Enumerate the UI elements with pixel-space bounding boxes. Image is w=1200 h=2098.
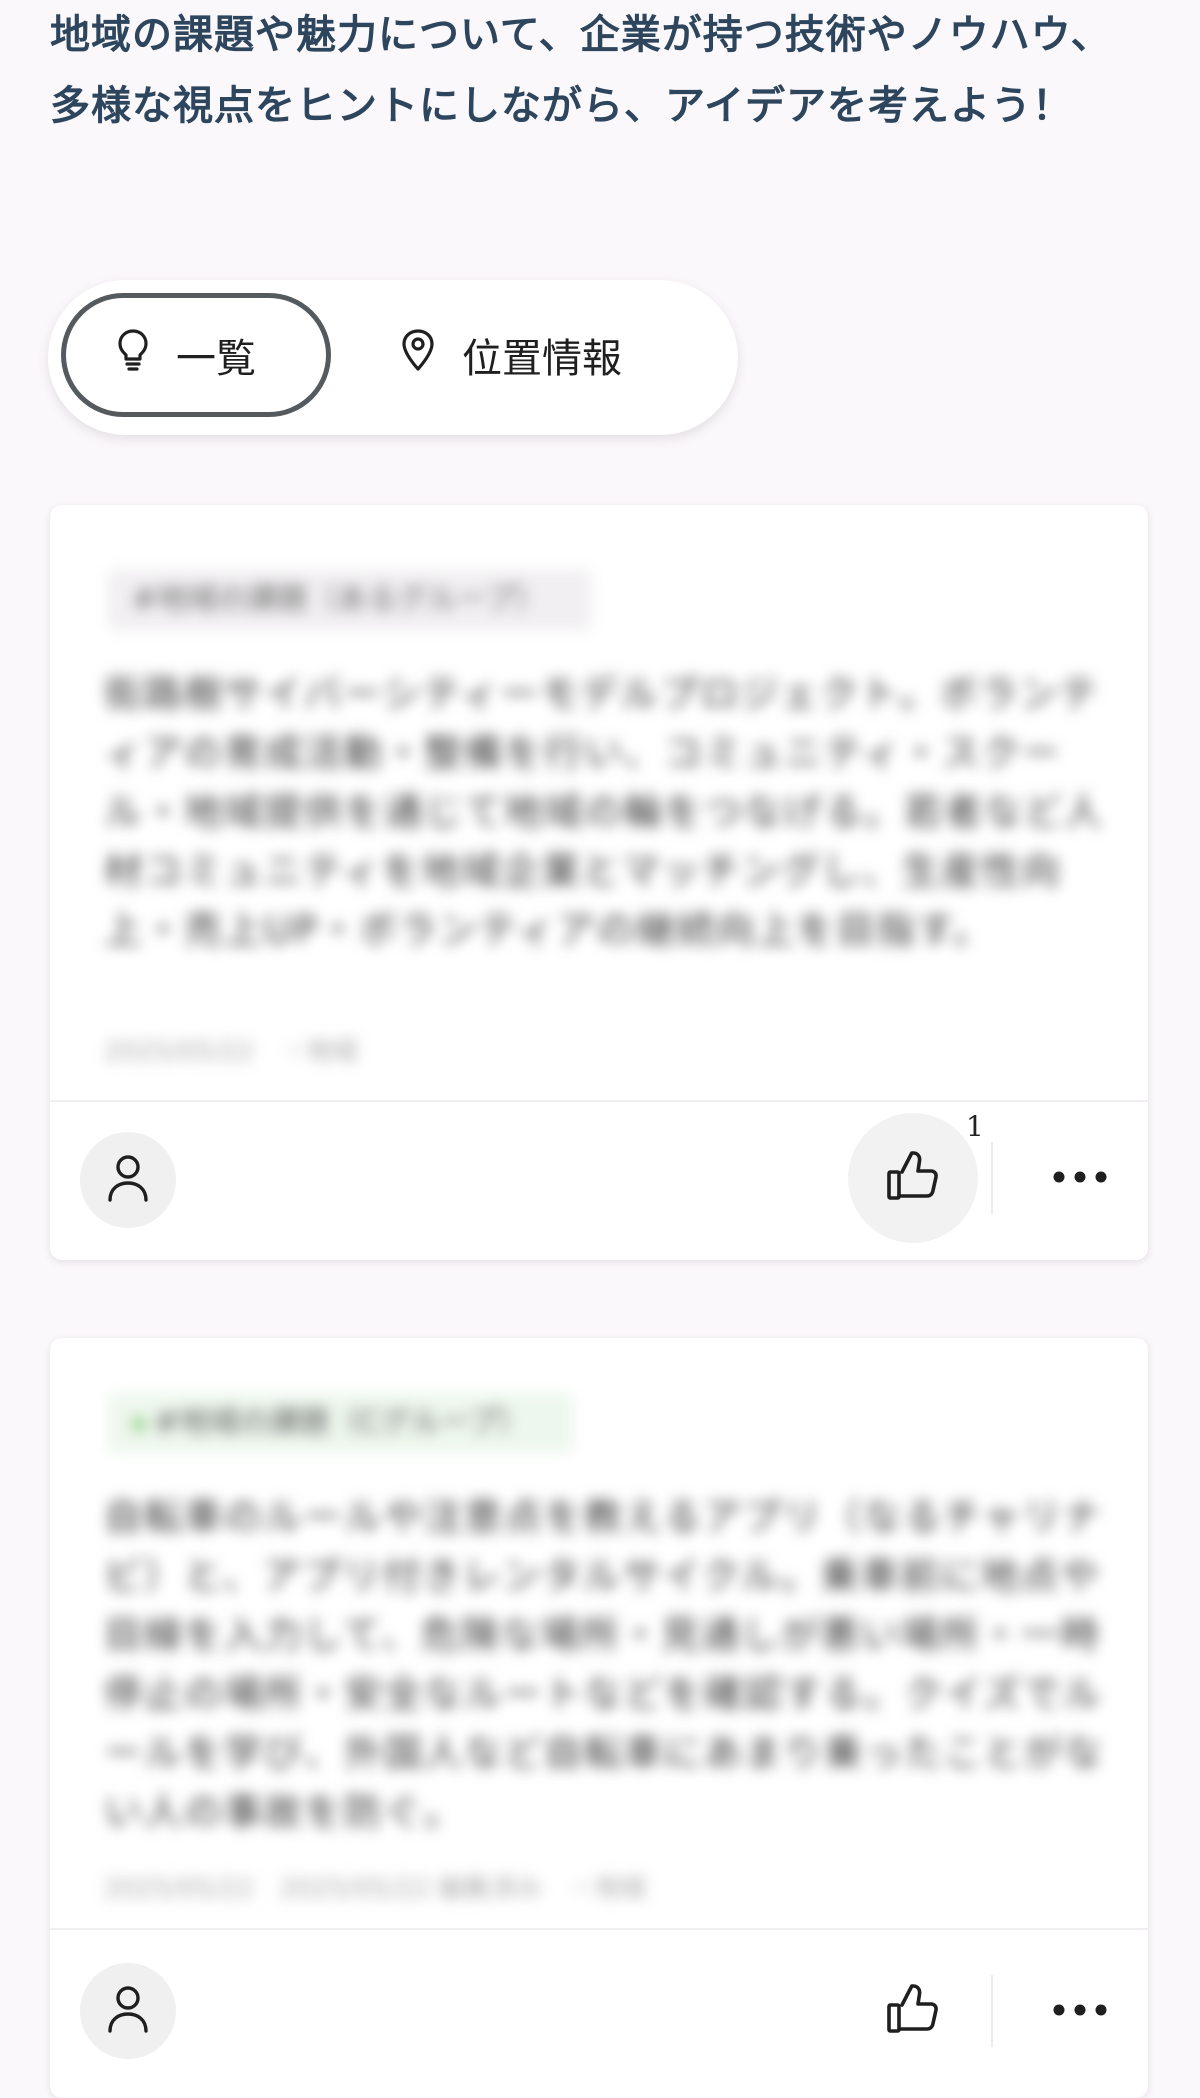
more-button[interactable] (1040, 1981, 1120, 2041)
idea-body: 自転車のルールや注意点を教えるアプリ（なるチャリナビ）と、アプリ付きレンタルサイ… (104, 1495, 1105, 1834)
person-icon (106, 1984, 150, 2038)
idea-meta: 2025/05/22 ・地域 (104, 1037, 358, 1067)
idea-meta: 2025/05/22 2025/05/22 編集済み ・地域 (104, 1874, 646, 1904)
like-button[interactable] (848, 1946, 978, 2076)
tab-list[interactable]: 一覧 (61, 293, 331, 417)
thumbs-up-icon (886, 1983, 940, 2039)
card-divider (50, 1100, 1148, 1102)
more-horizontal-icon (1052, 2002, 1108, 2021)
idea-card[interactable]: #地域の課題（あるグループ） 街路樹サイバーシティーモデルプロジェクト。ボランテ… (50, 505, 1148, 1260)
idea-tag[interactable]: #地域の課題（Cグループ） (108, 1393, 575, 1453)
map-pin-icon (400, 328, 436, 382)
avatar[interactable] (80, 1132, 176, 1228)
tab-list-label: 一覧 (176, 336, 256, 382)
like-button[interactable] (848, 1113, 978, 1243)
thumbs-up-icon (886, 1150, 940, 1206)
idea-card[interactable]: #地域の課題（Cグループ） 自転車のルールや注意点を教えるアプリ（なるチャリナビ… (50, 1338, 1148, 2098)
idea-body: 街路樹サイバーシティーモデルプロジェクト。ボランティアの育成活動・整備を行い、コ… (104, 672, 1105, 952)
action-divider (991, 1975, 993, 2047)
tab-location-label: 位置情報 (462, 336, 622, 382)
card-divider (50, 1928, 1148, 1930)
like-count: 1 (966, 1110, 984, 1143)
more-horizontal-icon (1052, 1169, 1108, 1188)
more-button[interactable] (1040, 1148, 1120, 1208)
page-intro: 地域の課題や魅力について、企業が持つ技術やノウハウ、多様な視点をヒントにしながら… (50, 12, 1112, 129)
lightbulb-icon (116, 328, 150, 382)
tab-location[interactable]: 位置情報 (400, 293, 730, 417)
avatar[interactable] (80, 1963, 176, 2059)
action-divider (991, 1142, 993, 1214)
view-toggle: 一覧 位置情報 (48, 280, 738, 435)
person-icon (106, 1153, 150, 1207)
idea-tag[interactable]: #地域の課題（あるグループ） (108, 570, 592, 630)
